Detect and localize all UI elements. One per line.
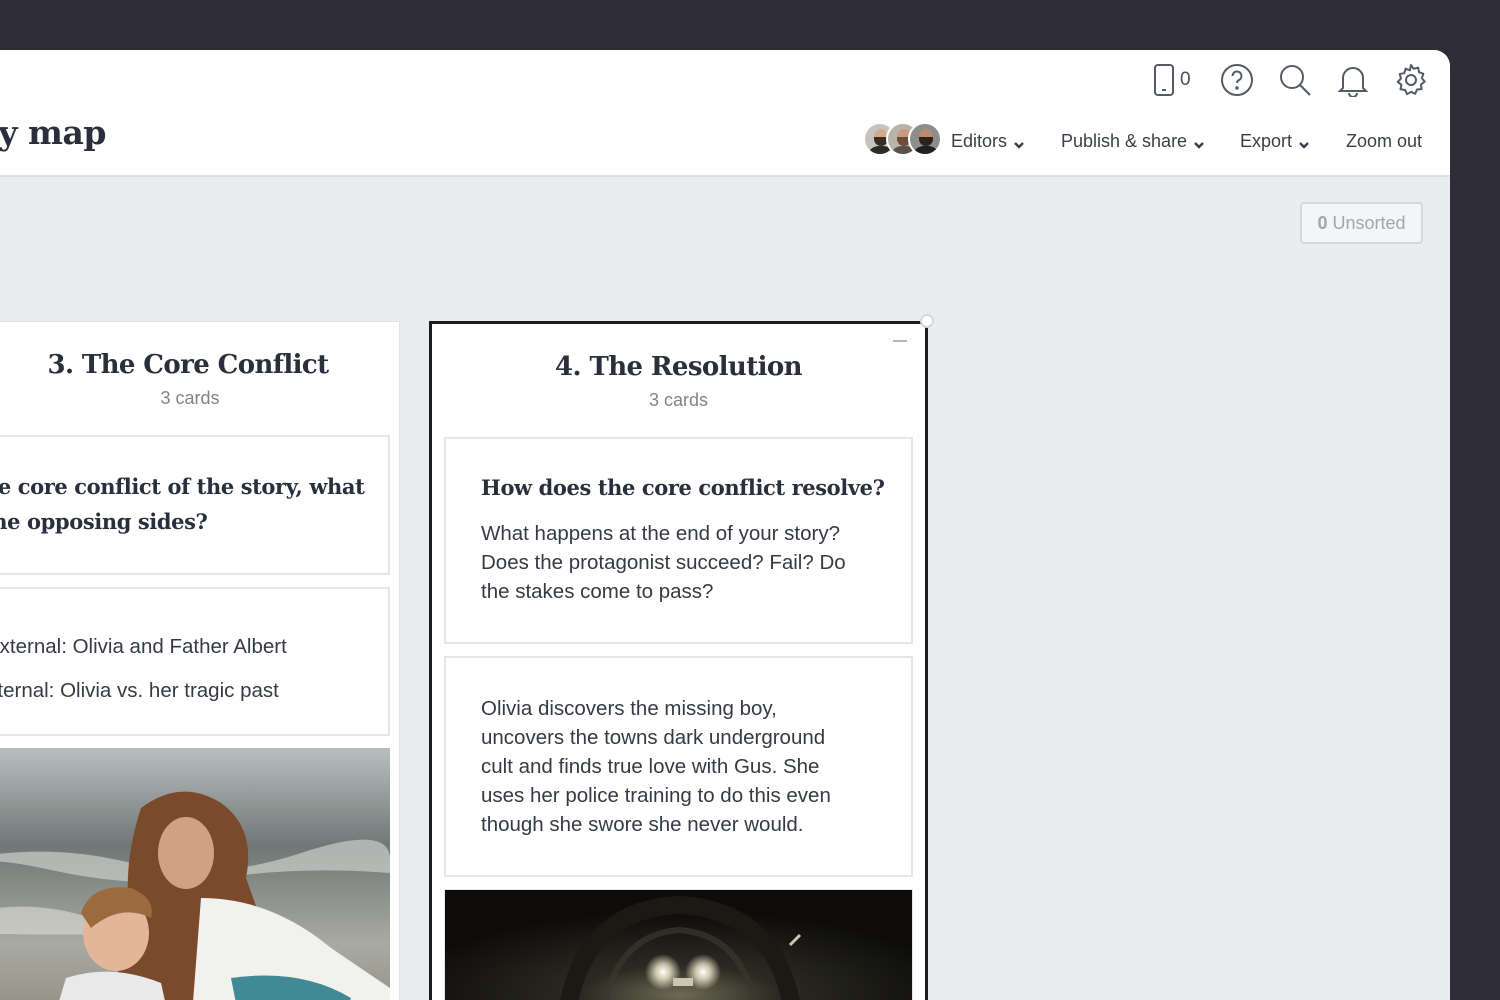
column-card-count: 3 cards [160,388,220,408]
publish-share-menu[interactable]: Publish & share [1061,128,1205,154]
card-text-line: uncovers the towns dark underground [481,726,826,749]
editors-menu[interactable]: Editors [951,128,1025,154]
mobile-count: 0 [1180,69,1191,90]
page-title: ory map [0,113,106,152]
column-card-count: 3 cards [648,390,709,410]
column-resize-handle[interactable] [920,314,934,328]
card-text-line: External: Olivia and Father Albert [0,635,287,658]
photo-image [445,890,912,1000]
avatar [908,122,942,156]
card-conflict-sides[interactable]: External: Olivia and Father Albert ntern… [0,587,390,736]
card-text-line: though she swore she never would. [481,813,804,836]
card-question[interactable]: he core conflict of the story, what the … [0,435,390,575]
collapse-icon[interactable] [893,340,907,342]
gear-icon[interactable] [1393,62,1429,98]
top-bar: ory map 0 [0,50,1450,177]
publish-share-label: Publish & share [1061,130,1188,151]
mobile-icon[interactable] [1146,62,1182,98]
search-icon[interactable] [1277,62,1313,98]
card-image-mother-child[interactable] [0,748,390,1000]
export-menu[interactable]: Export [1240,128,1310,154]
unsorted-label: Unsorted [1332,212,1406,233]
editor-avatars[interactable] [863,122,943,158]
card-text-line: Does the protagonist succeed? Fail? Do [481,551,846,574]
unsorted-count: 0 [1317,212,1328,233]
card-text-line: nternal: Olivia vs. her tragic past [0,679,279,702]
card-image-tunnel[interactable] [444,889,913,1000]
card-resolution-summary[interactable]: Olivia discovers the missing boy, uncove… [444,656,913,877]
column-title: 3. The Core Conflict [47,350,329,380]
zoom-out-label: Zoom out [1346,130,1423,151]
card-text-line: cult and finds true love with Gus. She [481,755,820,778]
bell-icon[interactable] [1335,62,1371,98]
column-title: 4. The Resolution [555,352,802,382]
unsorted-button[interactable]: 0 Unsorted [1300,202,1423,244]
card-question[interactable]: How does the core conflict resolve? What… [444,437,913,644]
photo-image [0,748,390,1000]
card-question-text: How does the core conflict resolve? [481,475,885,500]
card-question-line: the opposing sides? [0,509,208,534]
card-text-line: Olivia discovers the missing boy, [481,697,777,720]
column-core-conflict[interactable]: 3. The Core Conflict 3 cards he core con… [0,321,400,1000]
chevron-down-icon [1298,135,1310,149]
zoom-out-button[interactable]: Zoom out [1346,128,1422,154]
chevron-down-icon [1013,135,1025,149]
editors-label: Editors [951,130,1008,151]
help-icon[interactable] [1219,62,1255,98]
card-text-line: the stakes come to pass? [481,580,714,603]
column-resolution[interactable]: 4. The Resolution 3 cards How does the c… [429,321,928,1000]
app-window: ory map 0 [0,50,1450,1000]
card-text-line: What happens at the end of your story? [481,522,840,545]
chevron-down-icon [1193,135,1205,149]
card-question-line: he core conflict of the story, what [0,474,365,499]
export-label: Export [1240,130,1293,151]
card-text-line: uses her police training to do this even [481,784,831,807]
